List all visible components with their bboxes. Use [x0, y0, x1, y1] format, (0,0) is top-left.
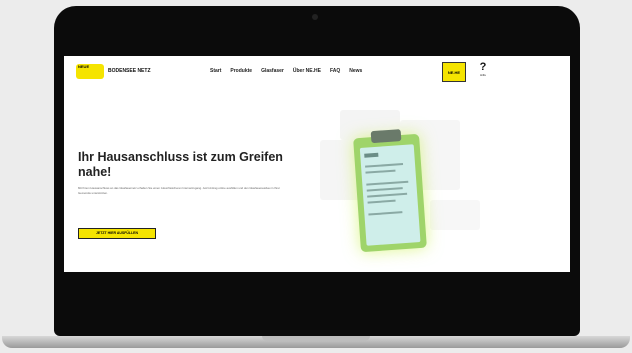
logo-text: NEUE — [78, 64, 90, 69]
nav-item-produkte[interactable]: Produkte — [230, 68, 252, 74]
nav-item-start[interactable]: Start — [210, 68, 221, 74]
nav-item-glasfaser[interactable]: Glasfaser — [261, 68, 284, 74]
brand-name: BODENSEE NETZ — [108, 68, 151, 74]
nav-item-news[interactable]: News — [349, 68, 362, 74]
paper-line — [366, 187, 403, 192]
nav-item-ueber[interactable]: Über NE.HE — [293, 68, 321, 74]
clipboard-illustration — [353, 129, 427, 253]
paper-line — [366, 180, 409, 186]
main-nav: Start Produkte Glasfaser Über NE.HE FAQ … — [210, 68, 362, 74]
question-mark-icon: ? — [479, 61, 487, 73]
paper-line — [368, 211, 403, 216]
logo[interactable]: NEUE — [76, 64, 104, 79]
laptop-frame: NEUE BODENSEE NETZ Start Produkte Glasfa… — [54, 6, 580, 336]
site-header: NEUE BODENSEE NETZ Start Produkte Glasfa… — [64, 56, 570, 86]
help-label: Hilfe — [479, 73, 486, 77]
nav-item-faq[interactable]: FAQ — [330, 68, 340, 74]
help-button[interactable]: ? Hilfe — [476, 61, 490, 78]
clipboard-paper — [359, 144, 421, 246]
hero-headline: Ihr Hausanschluss ist zum Greifen nahe! — [78, 150, 283, 179]
paper-line — [367, 199, 396, 204]
clipboard-clip — [370, 129, 402, 144]
account-badge[interactable]: NE.HE — [442, 62, 466, 82]
paper-heading-bar — [364, 152, 379, 158]
paper-line — [365, 169, 396, 174]
screen: NEUE BODENSEE NETZ Start Produkte Glasfa… — [64, 56, 570, 272]
cta-button[interactable]: JETZT HIER AUSFÜLLEN — [78, 228, 156, 239]
camera-dot — [312, 14, 318, 20]
laptop-notch — [262, 336, 370, 341]
paper-line — [367, 192, 408, 198]
paper-line — [365, 163, 404, 168]
hero-body: Mit Ihrem Hausanschluss an das Glasfaser… — [78, 186, 280, 195]
